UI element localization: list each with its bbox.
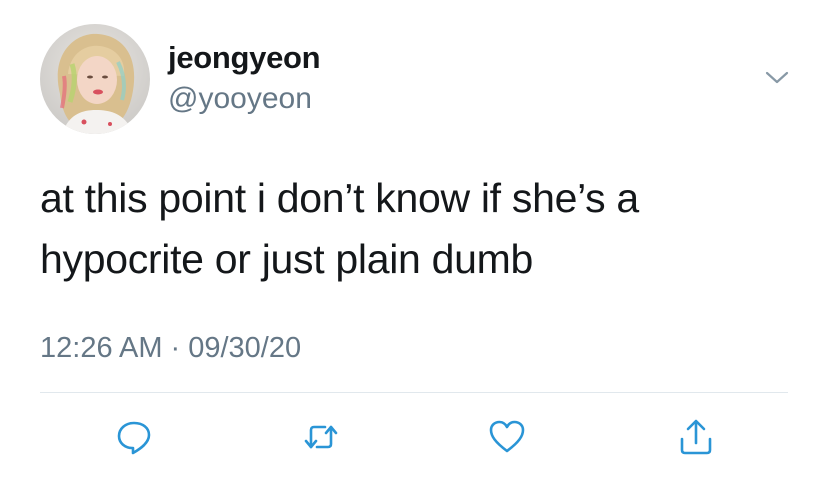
avatar-image <box>40 24 150 134</box>
tweet-timestamp[interactable]: 12:26 AM · 09/30/20 <box>40 332 301 365</box>
display-name[interactable]: jeongyeon <box>168 40 321 76</box>
heart-icon <box>489 420 525 453</box>
tweet-text-line: hypocrite or just plain dumb <box>40 236 533 282</box>
retweet-button[interactable] <box>296 412 346 462</box>
meta-separator: · <box>170 332 181 364</box>
tweet-text: at this point i don’t know if she’s a hy… <box>40 168 800 290</box>
action-bar <box>0 412 828 462</box>
tweet-date: 09/30/20 <box>188 332 302 364</box>
retweet-icon <box>304 425 338 449</box>
like-button[interactable] <box>482 412 532 462</box>
avatar[interactable] <box>40 24 150 134</box>
reply-icon <box>117 421 151 455</box>
share-button[interactable] <box>671 412 721 462</box>
more-options-chevron-down-icon[interactable] <box>762 66 792 90</box>
share-icon <box>680 419 712 455</box>
tweet-text-line: at this point i don’t know if she’s a <box>40 175 639 221</box>
tweet-card: jeongyeon @yooyeon at this point i don’t… <box>0 0 828 482</box>
user-handle[interactable]: @yooyeon <box>168 82 312 116</box>
tweet-time: 12:26 AM <box>40 332 163 364</box>
divider <box>40 392 788 393</box>
chevron-down-icon <box>765 71 789 84</box>
reply-button[interactable] <box>109 412 159 462</box>
